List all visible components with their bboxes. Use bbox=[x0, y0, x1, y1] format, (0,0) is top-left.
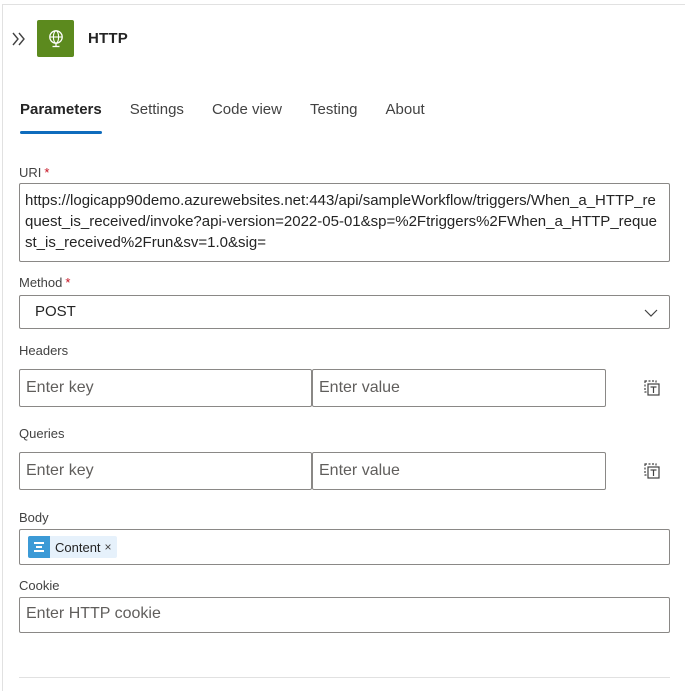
required-mark: * bbox=[44, 165, 50, 180]
content-token-label: Content bbox=[55, 539, 101, 555]
request-trigger-icon bbox=[28, 536, 50, 558]
headers-label: Headers bbox=[19, 343, 69, 358]
headers-value-input[interactable]: Enter value bbox=[312, 369, 606, 407]
method-label: Method * bbox=[19, 275, 71, 290]
headers-value-placeholder: Enter value bbox=[319, 379, 400, 396]
http-action-icon bbox=[37, 20, 74, 57]
tab-about[interactable]: About bbox=[386, 100, 425, 134]
globe-icon bbox=[48, 29, 63, 47]
collapse-panel-button[interactable] bbox=[10, 28, 28, 50]
chevron-down-icon bbox=[644, 309, 658, 317]
content-token[interactable]: Content × bbox=[28, 536, 117, 558]
method-selected-value: POST bbox=[35, 303, 76, 320]
required-mark: * bbox=[65, 275, 71, 290]
body-label: Body bbox=[19, 510, 49, 525]
content-token-remove-button[interactable]: × bbox=[105, 540, 112, 554]
queries-key-placeholder: Enter key bbox=[26, 462, 94, 479]
tab-settings[interactable]: Settings bbox=[130, 100, 184, 134]
queries-value-input[interactable]: Enter value bbox=[312, 452, 606, 490]
body-input[interactable]: Content × bbox=[19, 529, 670, 565]
cookie-label: Cookie bbox=[19, 578, 60, 593]
tab-parameters[interactable]: Parameters bbox=[20, 100, 102, 134]
uri-label: URI * bbox=[19, 165, 50, 180]
queries-label: Queries bbox=[19, 426, 65, 441]
headers-key-input[interactable]: Enter key bbox=[19, 369, 312, 407]
headers-key-placeholder: Enter key bbox=[26, 379, 94, 396]
panel-title: HTTP bbox=[88, 30, 128, 47]
method-dropdown[interactable]: POST bbox=[19, 295, 670, 329]
queries-key-input[interactable]: Enter key bbox=[19, 452, 312, 490]
tab-testing[interactable]: Testing bbox=[310, 100, 358, 134]
uri-input[interactable]: https://logicapp90demo.azurewebsites.net… bbox=[19, 183, 670, 262]
cookie-input[interactable]: Enter HTTP cookie bbox=[19, 597, 670, 633]
tab-code-view[interactable]: Code view bbox=[212, 100, 282, 134]
headers-delete-button[interactable] bbox=[641, 377, 663, 399]
delete-row-icon bbox=[644, 463, 660, 479]
double-chevron-right-icon bbox=[12, 32, 25, 46]
queries-delete-button[interactable] bbox=[641, 460, 663, 482]
section-divider bbox=[19, 677, 670, 678]
queries-value-placeholder: Enter value bbox=[319, 462, 400, 479]
cookie-placeholder: Enter HTTP cookie bbox=[26, 605, 161, 622]
delete-row-icon bbox=[644, 380, 660, 396]
tab-list: Parameters Settings Code view Testing Ab… bbox=[20, 100, 453, 134]
